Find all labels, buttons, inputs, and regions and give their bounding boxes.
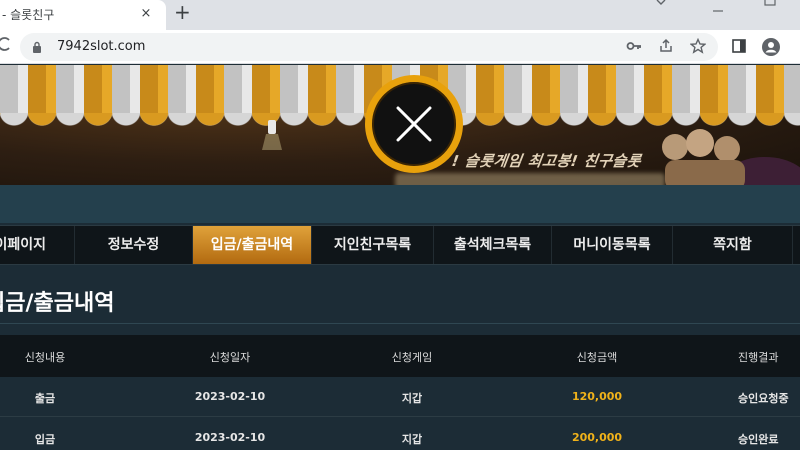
new-tab-button[interactable]: + xyxy=(174,1,191,23)
key-icon[interactable] xyxy=(626,38,642,58)
maximize-icon[interactable] xyxy=(764,0,776,9)
tab-profile-edit[interactable]: 정보수정 xyxy=(75,226,193,264)
bookmark-star-icon[interactable] xyxy=(689,37,707,58)
page-root: - 슬롯친구 × + 7942slot.com ! 슬롯게임 최고봉! 친구슬롯… xyxy=(0,0,800,450)
cell-amount: 120,000 xyxy=(571,390,623,403)
column-header-game: 신청게임 xyxy=(391,351,433,364)
lock-icon[interactable] xyxy=(32,39,42,58)
cell-date: 2023-02-10 xyxy=(194,390,266,403)
column-header-status: 진행결과 xyxy=(738,351,779,364)
title-divider xyxy=(0,323,800,324)
tab-friend-list[interactable]: 지인친구목록 xyxy=(312,226,434,264)
cell-type: 출금 xyxy=(34,392,56,405)
tab-money-transfer-list[interactable]: 머니이동목록 xyxy=(552,226,673,264)
address-bar[interactable]: 7942slot.com xyxy=(20,33,718,61)
table-header: 신청내용 신청일자 신청게임 신청금액 진행결과 xyxy=(0,335,800,377)
minimize-icon[interactable] xyxy=(712,3,724,16)
cell-game: 지갑 xyxy=(401,433,423,446)
close-icon xyxy=(396,106,432,142)
tab-deposit-withdraw-history[interactable]: 입금/출금내역 xyxy=(193,226,312,264)
tab-title: - 슬롯친구 xyxy=(2,8,55,22)
table-row: 입금 2023-02-10 지갑 200,000 승인완료 xyxy=(0,418,800,450)
page-body: 마이페이지 정보수정 입금/출금내역 지인친구목록 출석체크목록 머니이동목록 … xyxy=(0,185,800,450)
cell-type: 입금 xyxy=(34,433,56,446)
cell-status: 승인요청중 xyxy=(738,392,789,405)
url-text[interactable]: 7942slot.com xyxy=(57,39,145,54)
banner-blurred-text xyxy=(395,173,665,185)
cell-date: 2023-02-10 xyxy=(194,431,266,444)
cell-status: 승인완료 xyxy=(738,433,779,446)
cell-game: 지갑 xyxy=(401,392,423,405)
tab-mypage[interactable]: 마이페이지 xyxy=(0,226,75,264)
cell-amount: 200,000 xyxy=(571,431,623,444)
tab-search-icon[interactable] xyxy=(655,0,667,11)
column-header-amount: 신청금액 xyxy=(576,351,618,364)
mypage-nav: 마이페이지 정보수정 입금/출금내역 지인친구목록 출석체크목록 머니이동목록 … xyxy=(0,225,800,265)
tab-attendance-list[interactable]: 출석체크목록 xyxy=(434,226,552,264)
side-panel-icon[interactable] xyxy=(731,38,747,58)
banner-slogan: ! 슬롯게임 최고봉! 친구슬롯 xyxy=(450,152,643,170)
column-header-date: 신청일자 xyxy=(209,351,251,364)
spotlight-icon xyxy=(262,120,282,150)
tab-message-box[interactable]: 쪽지함 xyxy=(673,226,793,264)
browser-tabstrip: - 슬롯친구 × + xyxy=(0,0,800,30)
column-header-type: 신청내용 xyxy=(24,351,66,364)
page-title: 입금/출금내역 xyxy=(0,291,115,316)
share-icon[interactable] xyxy=(658,38,674,58)
profile-avatar-icon[interactable] xyxy=(762,38,780,60)
mascot-characters-icon xyxy=(662,129,800,185)
close-button[interactable] xyxy=(365,75,463,173)
tab-close-icon[interactable]: × xyxy=(139,5,153,23)
browser-toolbar: 7942slot.com xyxy=(0,30,800,64)
reload-icon[interactable] xyxy=(0,36,12,56)
browser-tab[interactable]: - 슬롯친구 × xyxy=(0,0,166,30)
table-row: 출금 2023-02-10 지갑 120,000 승인요청중 xyxy=(0,377,800,417)
